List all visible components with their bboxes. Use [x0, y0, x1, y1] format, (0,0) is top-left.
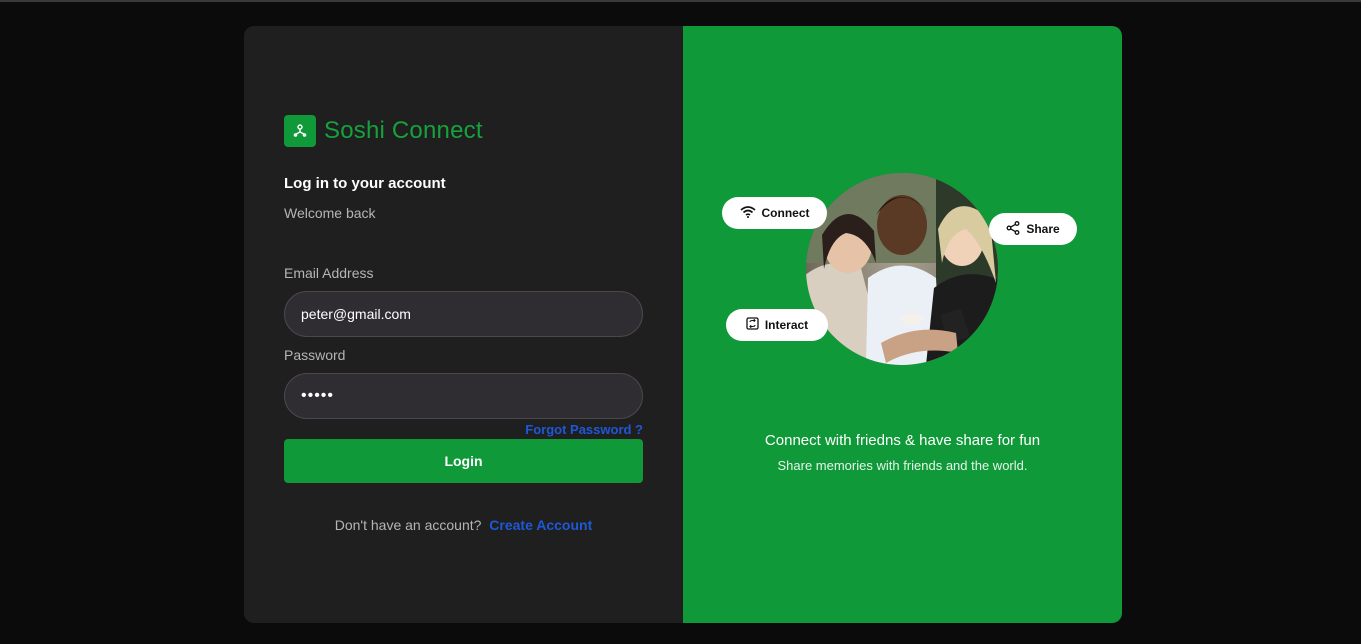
email-label: Email Address	[284, 265, 374, 281]
password-field[interactable]	[284, 373, 643, 419]
welcome-text: Welcome back	[284, 205, 376, 221]
promo-tagline: Connect with friedns & have share for fu…	[764, 432, 1041, 449]
browser-top-border	[0, 0, 1361, 2]
login-card: Soshi Connect Log in to your account Wel…	[244, 26, 1122, 623]
share-icon	[1006, 220, 1020, 238]
login-panel: Soshi Connect Log in to your account Wel…	[244, 26, 683, 623]
promo-panel: Connect Share Interact Connect with frie…	[683, 26, 1122, 623]
interact-icon	[746, 317, 759, 333]
create-account-link[interactable]: Create Account	[489, 517, 592, 533]
share-nodes-icon	[284, 115, 316, 147]
login-heading: Log in to your account	[284, 175, 446, 192]
brand-name: Soshi Connect	[324, 117, 483, 144]
signup-prompt: Don't have an account?	[334, 517, 482, 533]
login-button[interactable]: Login	[284, 439, 643, 483]
share-pill-label: Share	[1026, 222, 1060, 236]
connect-pill-label: Connect	[761, 206, 810, 220]
connect-pill[interactable]: Connect	[722, 197, 827, 229]
interact-pill-label: Interact	[764, 318, 809, 332]
interact-pill[interactable]: Interact	[726, 309, 828, 341]
friends-photo	[806, 173, 998, 365]
brand: Soshi Connect	[284, 115, 483, 147]
forgot-password-link[interactable]: Forgot Password ?	[525, 422, 643, 437]
email-field[interactable]	[284, 291, 643, 337]
promo-subtagline: Share memories with friends and the worl…	[777, 458, 1028, 473]
signup-row: Don't have an account? Create Account	[244, 517, 683, 533]
wifi-icon	[739, 205, 756, 221]
password-label: Password	[284, 347, 346, 363]
share-pill[interactable]: Share	[989, 213, 1077, 245]
